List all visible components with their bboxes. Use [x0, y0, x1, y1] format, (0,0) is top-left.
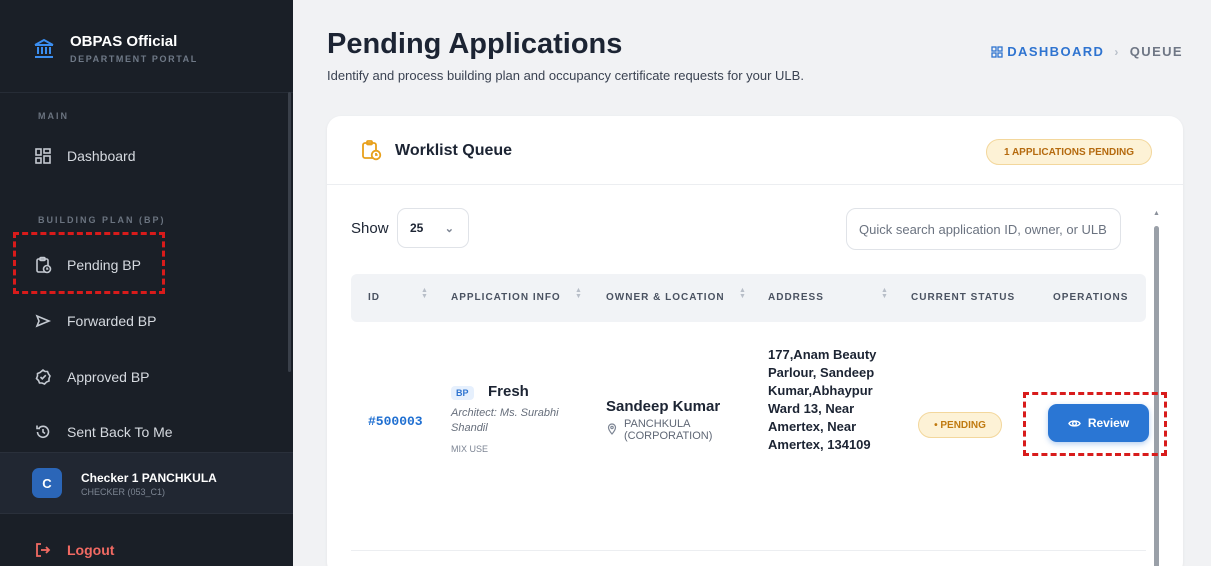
section-label-main: MAIN [38, 111, 69, 121]
sidebar-item-label: Forwarded BP [67, 313, 157, 329]
breadcrumb-dashboard-label: DASHBOARD [1007, 44, 1105, 59]
sidebar-item-forwarded-bp[interactable]: Forwarded BP [34, 310, 156, 332]
history-icon [34, 423, 52, 441]
brand: OBPAS Official DEPARTMENT PORTAL [32, 34, 198, 64]
application-type: Fresh [488, 383, 529, 400]
owner-location: PANCHKULA (CORPORATION) [624, 418, 713, 442]
show-label: Show [351, 220, 389, 237]
breadcrumb-dashboard-link[interactable]: DASHBOARD [991, 44, 1104, 59]
column-header-owner-location[interactable]: OWNER & LOCATION [606, 292, 725, 303]
sidebar-item-approved-bp[interactable]: Approved BP [34, 366, 150, 388]
page-size-value: 25 [410, 221, 424, 235]
check-circle-icon [34, 368, 52, 386]
brand-title: OBPAS Official [70, 33, 178, 50]
sidebar-item-dashboard[interactable]: Dashboard [34, 145, 136, 167]
pending-count-badge: 1 APPLICATIONS PENDING [986, 139, 1152, 165]
page-title: Pending Applications [327, 28, 623, 60]
column-header-application-info[interactable]: APPLICATION INFO [451, 292, 561, 303]
chevron-down-icon: ⌄ [444, 223, 454, 235]
highlight-pending-bp [13, 232, 165, 294]
architect-name: Architect: Ms. Surabhi Shandil [451, 407, 559, 434]
logout-icon [34, 541, 52, 559]
usage-type: MIX USE [451, 444, 489, 454]
sidebar-item-label: Approved BP [67, 369, 150, 385]
column-header-operations: OPERATIONS [1053, 292, 1129, 303]
worklist-card: Worklist Queue 1 APPLICATIONS PENDING Sh… [327, 116, 1183, 566]
sidebar-item-sent-back[interactable]: Sent Back To Me [34, 421, 173, 443]
main-content: Pending Applications Identify and proces… [293, 0, 1211, 566]
brand-subtitle: DEPARTMENT PORTAL [70, 54, 198, 64]
sort-icon[interactable]: ▲ ▼ [739, 287, 746, 300]
scroll-up-icon[interactable]: ▲ [1153, 210, 1160, 217]
address-text: 177,Anam Beauty Parlour, Sandeep Kumar,A… [768, 347, 877, 452]
section-label-building-plan: BUILDING PLAN (BP) [38, 215, 166, 225]
page-size-select[interactable]: 25 ⌄ [397, 208, 469, 248]
sidebar-item-label: Sent Back To Me [67, 424, 173, 440]
send-icon [34, 312, 52, 330]
government-building-icon [32, 36, 56, 60]
highlight-review-button [1023, 392, 1167, 456]
dashboard-grid-icon [34, 147, 52, 165]
column-header-status: CURRENT STATUS [911, 292, 1016, 303]
page-subtitle: Identify and process building plan and o… [327, 68, 804, 83]
dashboard-grid-icon [991, 45, 1003, 58]
sort-icon[interactable]: ▲ ▼ [881, 287, 888, 300]
worklist-header: Worklist Queue 1 APPLICATIONS PENDING [327, 116, 1183, 185]
worklist-title: Worklist Queue [395, 142, 513, 159]
search-input[interactable] [846, 208, 1121, 250]
breadcrumb-current: QUEUE [1129, 44, 1183, 59]
app-page: OBPAS Official DEPARTMENT PORTAL MAIN Da… [0, 0, 1211, 566]
location-pin-icon [606, 422, 618, 435]
logout-label: Logout [67, 542, 115, 558]
user-profile[interactable]: C Checker 1 PANCHKULA CHECKER (053_C1) [0, 452, 293, 514]
user-role: CHECKER (053_C1) [81, 487, 166, 497]
sidebar-scrollbar[interactable] [288, 92, 291, 372]
logout-button[interactable]: Logout [34, 541, 114, 559]
sidebar-item-label: Dashboard [67, 148, 136, 164]
avatar: C [32, 468, 62, 498]
table-header: ID ▲ ▼ APPLICATION INFO ▲ ▼ OWNER & LOCATI… [351, 274, 1146, 322]
application-id-link[interactable]: #500003 [368, 414, 423, 429]
status-badge: • PENDING [918, 412, 1002, 438]
sort-icon[interactable]: ▲ ▼ [575, 287, 582, 300]
breadcrumb-separator: › [1114, 44, 1120, 59]
application-category-badge: BP [451, 386, 474, 400]
user-name: Checker 1 PANCHKULA [81, 471, 217, 485]
sidebar-divider [0, 92, 293, 93]
owner-name: Sandeep Kumar [606, 398, 721, 415]
column-header-address[interactable]: ADDRESS [768, 292, 824, 303]
column-header-id[interactable]: ID [368, 292, 380, 303]
clipboard-clock-icon [360, 139, 382, 161]
sort-icon[interactable]: ▲ ▼ [421, 287, 428, 300]
breadcrumb: DASHBOARD › QUEUE [991, 44, 1183, 59]
